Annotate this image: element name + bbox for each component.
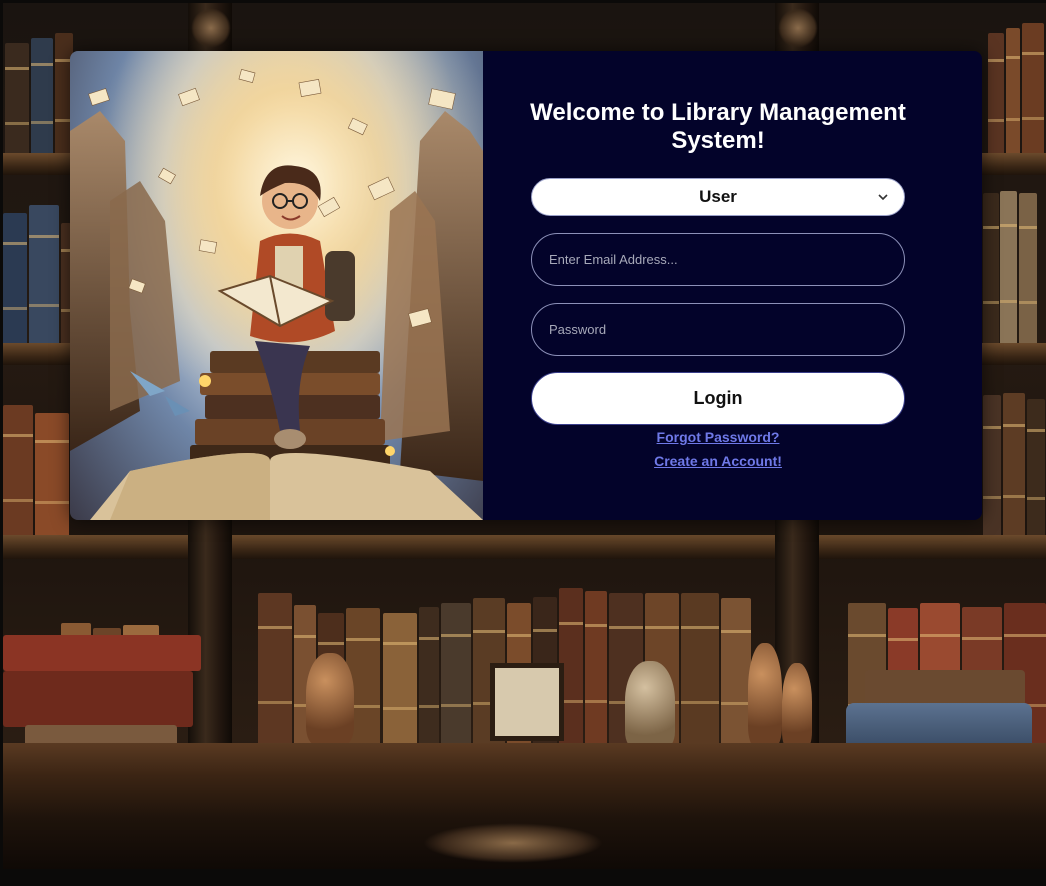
figurine (306, 653, 354, 745)
forgot-password-link[interactable]: Forgot Password? (531, 429, 905, 445)
shelf-board (3, 535, 1046, 559)
stacked-red-book (3, 635, 201, 671)
carved-ornament (423, 823, 603, 863)
figurine (625, 661, 675, 749)
login-modal: Welcome to Library Management System! Us… (70, 51, 982, 520)
password-field[interactable]: Password (531, 303, 905, 356)
email-placeholder: Enter Email Address... (549, 252, 678, 267)
stacked-book (865, 670, 1025, 706)
carved-ornament (778, 8, 818, 48)
email-field[interactable]: Enter Email Address... (531, 233, 905, 286)
figurine (782, 663, 812, 749)
create-account-link[interactable]: Create an Account! (531, 453, 905, 469)
password-placeholder: Password (549, 322, 607, 337)
reading-child-illustration (70, 51, 483, 520)
library-illustration (70, 51, 483, 520)
login-button[interactable]: Login (531, 372, 905, 425)
role-select-value: User (699, 187, 737, 206)
role-select[interactable]: User (531, 178, 905, 216)
stacked-red-book (3, 671, 193, 727)
framed-sketch (490, 663, 564, 741)
page-title: Welcome to Library Management System! (530, 99, 906, 154)
chevron-down-icon (878, 194, 888, 201)
carved-ornament (191, 8, 231, 48)
login-panel: Welcome to Library Management System! Us… (483, 51, 982, 520)
figurine (748, 643, 782, 747)
